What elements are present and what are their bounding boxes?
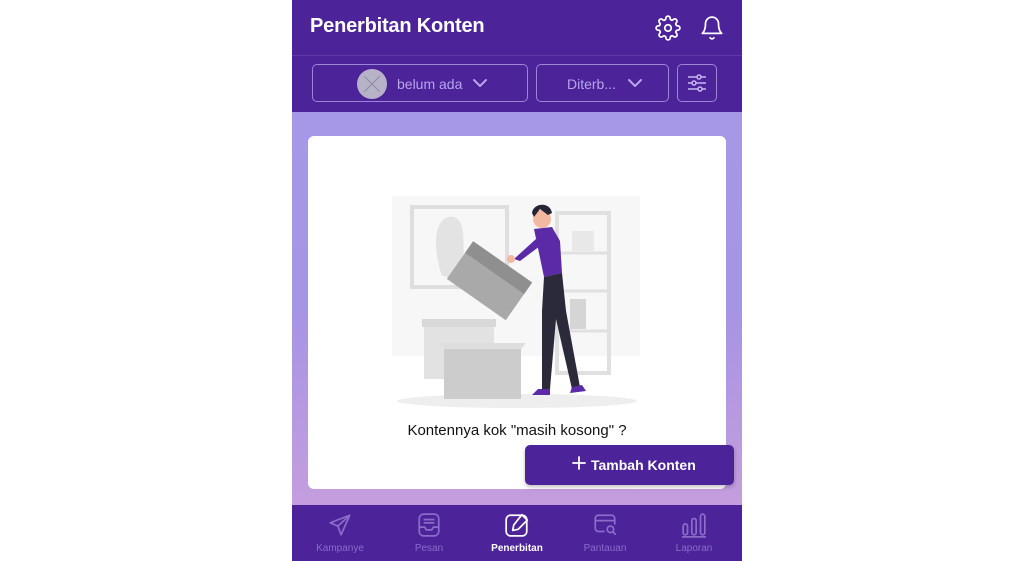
inbox-icon: [418, 513, 440, 537]
nav-label-kampanye: Kampanye: [316, 543, 364, 554]
app-header: Penerbitan Konten belum ada Diterb...: [292, 0, 742, 112]
bottom-nav: Kampanye Pesan Penerbitan Pantauan Lapor…: [292, 505, 742, 561]
account-filter-dropdown[interactable]: belum ada: [312, 64, 528, 102]
nav-item-pesan[interactable]: Pesan: [384, 505, 474, 561]
send-icon: [329, 514, 351, 536]
add-content-button[interactable]: Tambah Konten: [525, 445, 734, 485]
nav-item-pantauan[interactable]: Pantauan: [560, 505, 650, 561]
app-screen: Penerbitan Konten belum ada Diterb... Ko…: [292, 0, 742, 561]
content-card: Kontennya kok "masih kosong" ?: [308, 136, 726, 489]
empty-state-message: Kontennya kok "masih kosong" ?: [407, 422, 627, 439]
chevron-down-icon: [473, 79, 487, 87]
add-content-label: Tambah Konten: [591, 457, 696, 473]
nav-label-laporan: Laporan: [675, 543, 713, 554]
account-filter-label: belum ada: [397, 76, 463, 92]
monitor-search-icon: [594, 514, 617, 536]
nav-label-pesan: Pesan: [414, 543, 444, 554]
bell-icon[interactable]: [699, 14, 725, 42]
page-title: Penerbitan Konten: [310, 15, 485, 37]
nav-item-kampanye[interactable]: Kampanye: [295, 505, 385, 561]
bar-chart-icon: [682, 513, 706, 538]
status-filter-label: Diterb...: [567, 76, 617, 92]
filter-settings-button[interactable]: [677, 64, 717, 102]
nav-label-pantauan: Pantauan: [583, 543, 627, 554]
nav-label-penerbitan: Penerbitan: [491, 543, 543, 554]
status-filter-dropdown[interactable]: Diterb...: [536, 64, 669, 102]
header-divider: [292, 55, 742, 56]
plus-icon: [572, 456, 586, 470]
empty-state-illustration: [392, 196, 640, 408]
sliders-icon: [688, 74, 706, 92]
nav-item-penerbitan[interactable]: Penerbitan: [472, 505, 562, 561]
avatar: [357, 69, 387, 99]
chevron-down-icon: [628, 79, 642, 87]
nav-item-laporan[interactable]: Laporan: [649, 505, 739, 561]
edit-icon: [505, 513, 529, 537]
gear-icon[interactable]: [655, 14, 681, 42]
